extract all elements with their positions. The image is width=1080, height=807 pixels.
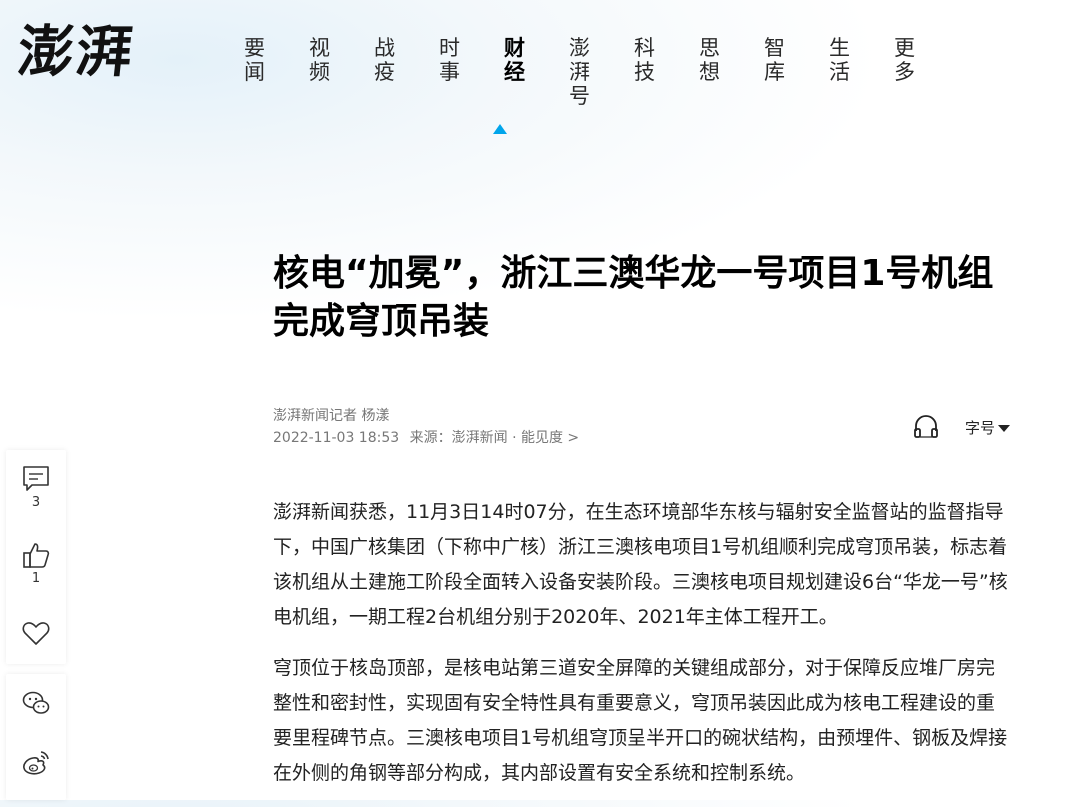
nav-item-current-affairs[interactable]: 时事 [417, 36, 482, 108]
nav-item-label: 智库 [764, 36, 785, 84]
nav-item-more[interactable]: 更多 [872, 36, 937, 108]
share-wechat-button[interactable] [6, 688, 66, 718]
heart-icon [22, 622, 50, 645]
caret-down-icon [998, 424, 1011, 432]
logo[interactable]: 澎湃 [15, 19, 138, 85]
weibo-icon [23, 751, 49, 775]
nav-item-label: 时事 [439, 36, 460, 84]
article-body: 澎湃新闻获悉，11月3日14时07分，在生态环境部华东核与辐射安全监督站的监督指… [273, 495, 1013, 807]
main-nav: 要闻 视频 战疫 时事 财经 澎湃号 科技 思想 智库 生活 更多 [222, 36, 937, 108]
nav-item-tech[interactable]: 科技 [612, 36, 677, 108]
like-button[interactable]: 1 [6, 540, 66, 586]
nav-item-video[interactable]: 视频 [287, 36, 352, 108]
comment-icon [23, 466, 49, 491]
nav-item-thought[interactable]: 思想 [677, 36, 742, 108]
active-nav-caret-icon [493, 124, 507, 134]
like-count: 1 [31, 571, 41, 586]
article-paragraph: 穹顶位于核岛顶部，是核电站第三道安全屏障的关键组成部分，对于保障反应堆厂房完整性… [273, 657, 1008, 784]
article-title: 核电“加冕”，浙江三澳华龙一号项目1号机组完成穹顶吊装 [273, 253, 994, 342]
nav-item-think-tank[interactable]: 智库 [742, 36, 807, 108]
thumbs-up-icon [23, 543, 50, 568]
nav-item-pengpai-hao[interactable]: 澎湃号 [547, 36, 612, 108]
byline: 澎湃新闻记者 杨漾 [273, 408, 390, 424]
nav-item-label: 视频 [309, 36, 330, 84]
comment-button[interactable]: 3 [6, 464, 66, 510]
date-source-line: 2022-11-03 18:53 来源：澎湃新闻 · 能见度 > [273, 427, 579, 449]
source-link[interactable]: 澎湃新闻 · 能见度 > [452, 430, 580, 446]
nav-item-life[interactable]: 生活 [807, 36, 872, 108]
nav-item-label: 生活 [829, 36, 850, 84]
share-weibo-button[interactable] [6, 748, 66, 778]
wechat-icon [22, 691, 50, 714]
nav-item-news[interactable]: 要闻 [222, 36, 287, 108]
source-label: 来源： [409, 430, 452, 446]
article-meta: 澎湃新闻记者 杨漾 2022-11-03 18:53 来源：澎湃新闻 · 能见度… [273, 405, 579, 449]
headphone-icon[interactable] [913, 414, 939, 440]
comment-count: 3 [31, 495, 41, 510]
nav-item-finance[interactable]: 财经 [482, 36, 547, 108]
nav-item-label: 战疫 [374, 36, 395, 84]
article-paragraph: 澎湃新闻获悉，11月3日14时07分，在生态环境部华东核与辐射安全监督站的监督指… [273, 501, 1008, 628]
nav-item-label: 澎湃号 [569, 36, 590, 108]
font-size-label: 字号 [965, 418, 996, 437]
article-tools: 字号 [913, 414, 1011, 440]
nav-item-label: 更多 [894, 36, 915, 84]
share-sidebar [6, 674, 66, 800]
nav-item-label: 要闻 [244, 36, 265, 84]
nav-item-label: 科技 [634, 36, 655, 84]
nav-item-label: 思想 [699, 36, 720, 84]
font-size-button[interactable]: 字号 [965, 417, 1011, 438]
publish-date: 2022-11-03 18:53 [273, 430, 400, 446]
interaction-sidebar: 3 1 [6, 450, 66, 664]
favorite-button[interactable] [6, 618, 66, 648]
nav-item-epidemic[interactable]: 战疫 [352, 36, 417, 108]
nav-item-label: 财经 [504, 36, 525, 84]
